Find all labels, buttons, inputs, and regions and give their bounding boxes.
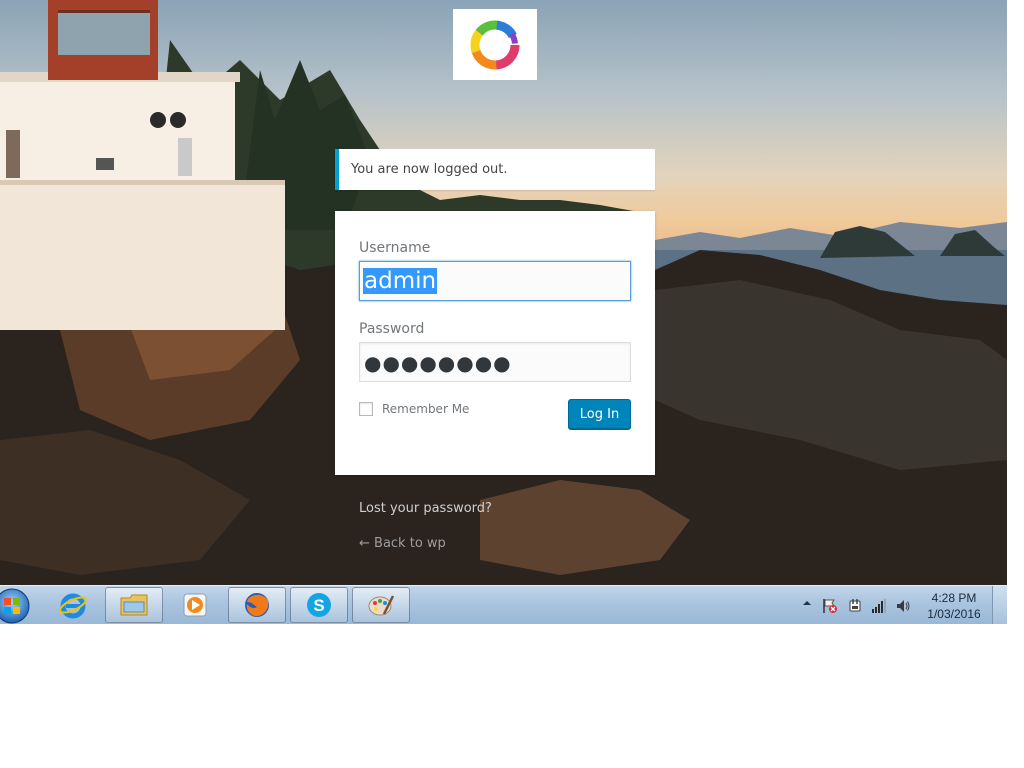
logo-ring-icon (470, 20, 520, 69)
password-input[interactable]: ●●●●●●●● (359, 342, 631, 382)
skype-icon: S (307, 593, 331, 617)
action-center-flag-icon[interactable] (822, 598, 838, 614)
start-button-icon[interactable] (0, 588, 30, 624)
site-logo[interactable] (453, 9, 537, 80)
taskbar-paint[interactable] (352, 587, 410, 623)
internet-explorer-icon (59, 593, 87, 619)
username-input[interactable]: admin (359, 261, 631, 301)
taskbar: S 4:28 PM 1/03/2016 (0, 585, 1007, 624)
remember-me-label[interactable]: Remember Me (382, 402, 469, 416)
firefox-icon (245, 593, 269, 617)
back-to-site-link[interactable]: ← Back to wp (359, 536, 446, 551)
file-explorer-icon (120, 594, 148, 616)
taskbar-internet-explorer[interactable] (44, 587, 102, 623)
username-value-selected: admin (363, 268, 438, 294)
taskbar-file-explorer[interactable] (105, 587, 163, 623)
login-form: Username admin Password ●●●●●●●● Remembe… (335, 211, 655, 475)
logged-out-notice: You are now logged out. (335, 149, 655, 190)
clock-time: 4:28 PM (931, 591, 977, 605)
media-player-icon (183, 593, 207, 617)
clock-date: 1/03/2016 (927, 607, 981, 621)
show-desktop-button[interactable] (992, 586, 1007, 624)
remember-me-checkbox[interactable] (359, 402, 373, 416)
svg-text:S: S (313, 596, 324, 615)
password-masked-value: ●●●●●●●● (364, 351, 512, 375)
network-signal-icon[interactable] (871, 598, 887, 614)
remember-me-row[interactable]: Remember Me (359, 402, 469, 416)
paint-icon (368, 595, 395, 616)
lost-password-link[interactable]: Lost your password? (359, 501, 492, 516)
show-hidden-icons-icon[interactable] (802, 598, 812, 608)
password-label: Password (359, 321, 425, 337)
log-in-button[interactable]: Log In (568, 399, 631, 429)
notice-text: You are now logged out. (351, 162, 508, 177)
taskbar-skype[interactable]: S (290, 587, 348, 623)
taskbar-firefox[interactable] (228, 587, 286, 623)
desktop-screen: You are now logged out. Username admin P… (0, 0, 1007, 624)
taskbar-clock[interactable]: 4:28 PM 1/03/2016 (920, 590, 988, 622)
volume-speaker-icon[interactable] (895, 598, 911, 614)
taskbar-media-player[interactable] (166, 587, 224, 623)
username-label: Username (359, 240, 431, 256)
power-plug-icon[interactable] (847, 598, 863, 614)
